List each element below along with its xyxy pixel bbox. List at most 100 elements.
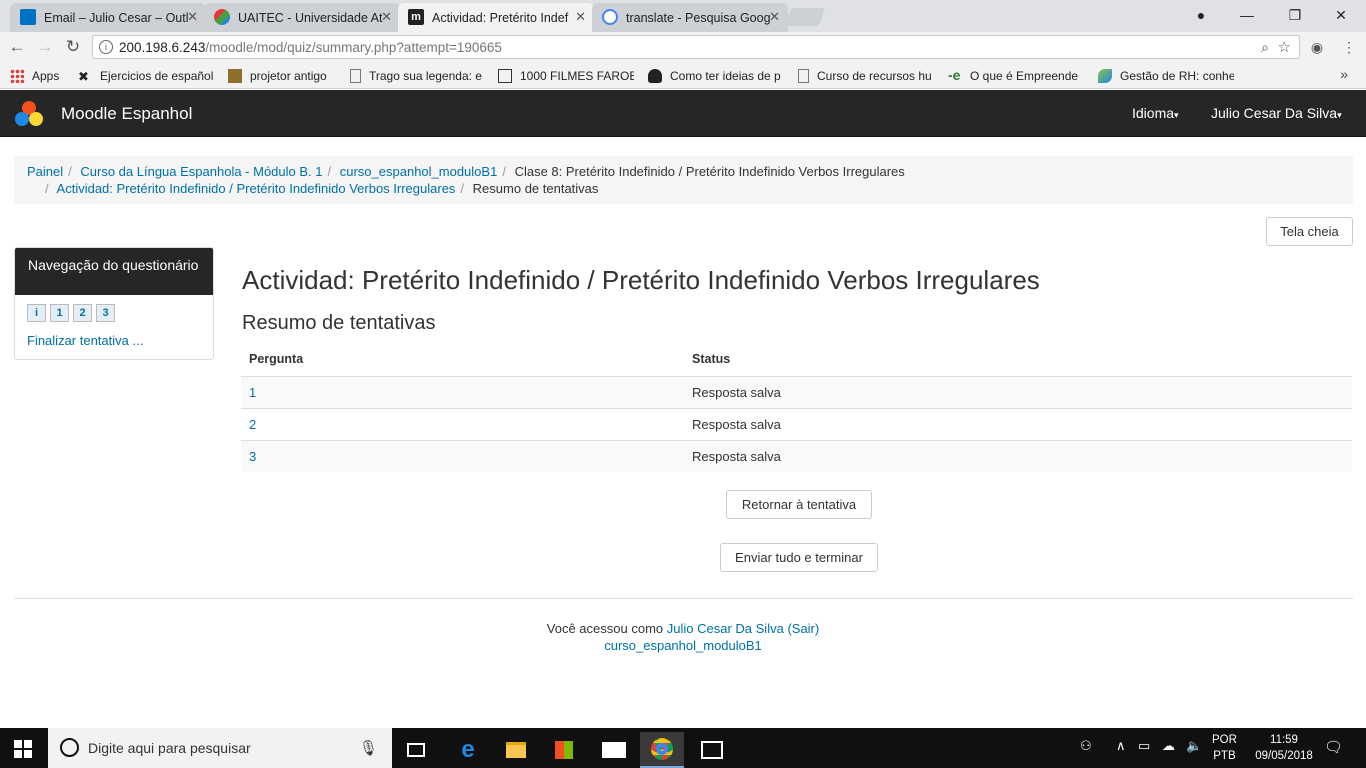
google-icon: [602, 9, 618, 25]
table-row: 2 Resposta salva: [241, 408, 1352, 440]
bookmark-item[interactable]: Curso de recursos hu: [798, 67, 934, 85]
taskbar-search-box[interactable]: Digite aqui para pesquisar 🎙: [48, 728, 392, 768]
close-icon[interactable]: ✕: [769, 9, 780, 25]
store-icon[interactable]: [542, 732, 586, 768]
browser-tab-google[interactable]: translate - Pesquisa Goog ✕: [592, 3, 788, 32]
tab-label: translate - Pesquisa Goog: [626, 10, 771, 25]
section-title: Resumo de tentativas: [242, 312, 436, 334]
fullscreen-button[interactable]: Tela cheia: [1266, 217, 1353, 246]
page-footer: Você acessou como Julio Cesar Da Silva (…: [0, 620, 1366, 654]
bookmarks-bar: Apps ✖ Ejercicios de español projetor an…: [0, 62, 1366, 89]
file-explorer-icon[interactable]: [494, 732, 538, 768]
back-arrow-icon[interactable]: ←: [6, 36, 28, 58]
quiz-navigation-block: Navegação do questionário i 1 2 3 Finali…: [14, 247, 214, 360]
extension-icon[interactable]: ◉: [1308, 38, 1326, 56]
bookmark-item[interactable]: ✖ Ejercicios de español: [78, 67, 218, 85]
question-button-info[interactable]: i: [27, 304, 46, 322]
breadcrumb-course-short[interactable]: curso_espanhol_moduloB1: [340, 164, 498, 179]
close-icon[interactable]: ✕: [187, 9, 198, 25]
uaitec-icon: [214, 9, 230, 25]
bookmark-star-icon[interactable]: ☆: [1278, 38, 1291, 56]
photos-icon[interactable]: [690, 732, 734, 768]
menu-kebab-icon[interactable]: ⋮: [1340, 38, 1358, 56]
page-icon: [798, 69, 809, 83]
new-tab-button[interactable]: [784, 8, 826, 26]
tray-chevron-icon[interactable]: ∧: [1116, 738, 1126, 754]
windmill-icon: ✖: [78, 69, 89, 84]
browser-toolbar: ← → ↻ i 200.198.6.243/moodle/mod/quiz/su…: [0, 32, 1366, 62]
url-path: /moodle/mod/quiz/summary.php?attempt=190…: [205, 39, 502, 55]
bookmark-item[interactable]: projetor antigo: [228, 67, 340, 85]
info-icon[interactable]: i: [99, 40, 113, 54]
battery-icon[interactable]: ▭: [1138, 738, 1150, 754]
leaf-icon: [1098, 69, 1112, 83]
reload-icon[interactable]: ↻: [62, 36, 84, 58]
cloud-icon[interactable]: ☁: [1162, 738, 1175, 754]
minimize-icon[interactable]: —: [1224, 0, 1270, 30]
return-to-attempt-button[interactable]: Retornar à tentativa: [726, 490, 872, 519]
windows-taskbar: Digite aqui para pesquisar 🎙 e ⚇ ∧ ▭ ☁ 🔈…: [0, 728, 1366, 768]
tab-label: UAITEC - Universidade At: [238, 10, 383, 25]
column-header-question: Pergunta: [249, 352, 304, 366]
address-bar[interactable]: i 200.198.6.243/moodle/mod/quiz/summary.…: [92, 35, 1300, 59]
clock-time: 11:59: [1270, 734, 1298, 746]
edge-icon[interactable]: e: [446, 732, 490, 768]
search-placeholder: Digite aqui para pesquisar: [88, 740, 251, 756]
user-menu[interactable]: Julio Cesar Da Silva▾: [1211, 105, 1342, 121]
close-icon[interactable]: ✕: [381, 9, 392, 25]
window-close-icon[interactable]: ✕: [1318, 0, 1364, 30]
browser-tab-outlook[interactable]: Email – Julio Cesar – Outl ✕: [10, 3, 206, 32]
windows-start-icon[interactable]: [14, 740, 32, 758]
bookmarks-overflow-icon[interactable]: »: [1340, 66, 1348, 82]
user-profile-link[interactable]: Julio Cesar Da Silva: [667, 621, 784, 636]
close-icon[interactable]: ✕: [575, 9, 586, 25]
taskbar-clock[interactable]: 11:59 09/05/2018: [1252, 732, 1316, 764]
moodle-navbar: Moodle Espanhol Idioma▾ Julio Cesar Da S…: [0, 90, 1366, 137]
question-link[interactable]: 2: [249, 417, 256, 432]
bookmark-item[interactable]: Gestão de RH: conhe: [1098, 67, 1234, 85]
clock-date: 09/05/2018: [1255, 750, 1313, 762]
logout-link[interactable]: (Sair): [787, 621, 819, 636]
bookmark-item[interactable]: Como ter ideias de p: [648, 67, 784, 85]
tab-label: Email – Julio Cesar – Outl: [44, 10, 189, 25]
question-status: Resposta salva: [692, 449, 781, 464]
moodle-logo-icon[interactable]: [14, 100, 44, 128]
chrome-icon[interactable]: [640, 732, 684, 768]
course-home-link[interactable]: curso_espanhol_moduloB1: [604, 638, 762, 653]
zoom-icon[interactable]: ⌕: [1261, 39, 1269, 56]
apps-grid-icon: [10, 69, 24, 83]
submit-all-button[interactable]: Enviar tudo e terminar: [720, 543, 878, 572]
url-host: 200.198.6.243: [119, 39, 206, 55]
forward-arrow-icon[interactable]: →: [34, 36, 56, 58]
question-buttons: i 1 2 3: [27, 304, 115, 322]
caret-down-icon: ▾: [1337, 110, 1342, 120]
profile-icon[interactable]: ●: [1178, 0, 1224, 30]
bookmark-apps[interactable]: Apps: [10, 67, 59, 85]
page-icon: [350, 69, 361, 83]
question-button-2[interactable]: 2: [73, 304, 92, 322]
mail-icon[interactable]: [592, 732, 636, 768]
breadcrumb-activity[interactable]: Actividad: Pretérito Indefinido / Pretér…: [57, 181, 456, 196]
people-icon[interactable]: ⚇: [1080, 738, 1092, 754]
question-link[interactable]: 1: [249, 385, 256, 400]
finish-attempt-link[interactable]: Finalizar tentativa ...: [27, 333, 143, 348]
breadcrumb-painel[interactable]: Painel: [27, 164, 63, 179]
browser-tab-uaitec[interactable]: UAITEC - Universidade At ✕: [204, 3, 400, 32]
question-link[interactable]: 3: [249, 449, 256, 464]
microphone-icon[interactable]: 🎙: [359, 739, 378, 757]
question-button-3[interactable]: 3: [96, 304, 115, 322]
bookmark-item[interactable]: Trago sua legenda: e: [350, 67, 484, 85]
breadcrumb-course[interactable]: Curso da Língua Espanhola - Módulo B. 1: [80, 164, 322, 179]
task-view-icon[interactable]: [394, 732, 438, 768]
volume-icon[interactable]: 🔈: [1186, 738, 1202, 754]
browser-tab-moodle[interactable]: m Actividad: Pretérito Indef ✕: [398, 3, 594, 32]
bookmark-item[interactable]: -e O que é Empreende: [948, 67, 1082, 85]
input-language[interactable]: POR PTB: [1212, 732, 1237, 764]
notifications-icon[interactable]: 🗨: [1324, 738, 1343, 756]
bookmark-item[interactable]: 1000 FILMES FAROES: [498, 67, 634, 85]
site-brand[interactable]: Moodle Espanhol: [61, 104, 192, 124]
restore-icon[interactable]: ❐: [1272, 0, 1318, 30]
question-button-1[interactable]: 1: [50, 304, 69, 322]
language-menu[interactable]: Idioma▾: [1132, 105, 1179, 121]
cortana-icon: [60, 738, 79, 757]
